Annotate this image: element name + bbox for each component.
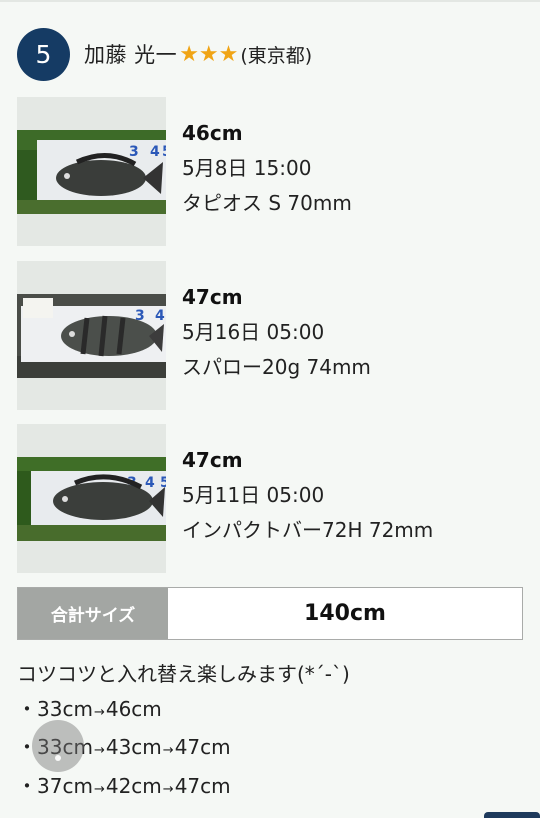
- size-value: 37cm: [37, 773, 93, 798]
- svg-text:4: 4: [155, 308, 165, 324]
- catch-photo-frame: 345: [17, 424, 166, 573]
- angler-region: (東京都): [240, 44, 313, 67]
- catch-photo[interactable]: 345: [17, 130, 166, 214]
- total-size-value: 140cm: [304, 601, 386, 626]
- total-size-label: 合計サイズ: [18, 588, 168, 639]
- svg-text:5: 5: [162, 144, 166, 160]
- catch-size: 47cm: [182, 448, 243, 472]
- size-value: 47cm: [174, 735, 231, 759]
- catch-lure: タピオス S 70mm: [182, 191, 352, 215]
- arrow-icon: →: [93, 781, 105, 797]
- catch-date: 5月8日 15:00: [182, 156, 312, 180]
- catch-lure: インパクトバー72H 72mm: [182, 518, 434, 542]
- catch-photo-frame: 34: [17, 261, 166, 410]
- size-progression: ・33cm→46cm: [17, 692, 517, 731]
- angler-name[interactable]: 加藤 光一: [84, 39, 177, 69]
- catch-date: 5月11日 05:00: [182, 483, 325, 507]
- catch-item[interactable]: 345 47cm 5月11日 05:00 インパクトバー72H 72mm: [17, 424, 523, 573]
- size-value: 42cm: [105, 773, 162, 798]
- catch-photo-frame: 345: [17, 97, 166, 246]
- catch-size: 46cm: [182, 121, 243, 145]
- comment-intro: コツコツと入れ替え楽しみます(*´-`): [17, 662, 350, 686]
- size-value: 47cm: [174, 773, 231, 798]
- catch-date: 5月16日 05:00: [182, 320, 325, 344]
- svg-text:4: 4: [150, 144, 160, 160]
- bullet: ・: [17, 696, 37, 721]
- size-value: 46cm: [105, 696, 162, 721]
- top-divider: [0, 0, 540, 2]
- catch-lure: スパロー20g 74mm: [182, 355, 371, 379]
- size-value: 33cm: [37, 696, 93, 721]
- entry-header: 5 加藤 光一 ★★★ (東京都): [17, 27, 527, 81]
- rank-badge: 5: [17, 27, 70, 81]
- catch-photo[interactable]: 345: [17, 457, 166, 541]
- arrow-icon: →: [93, 704, 105, 720]
- total-size-box: 合計サイズ 140cm: [17, 587, 523, 640]
- rating-stars: ★★★: [179, 41, 239, 67]
- catch-item[interactable]: 345 46cm 5月8日 15:00 タピオス S 70mm: [17, 97, 523, 246]
- arrow-icon: →: [162, 743, 174, 758]
- svg-text:4: 4: [145, 475, 155, 491]
- arrow-icon: →: [93, 743, 105, 758]
- size-value: 43cm: [105, 735, 162, 759]
- arrow-icon: →: [162, 781, 174, 797]
- catch-size: 47cm: [182, 285, 243, 309]
- size-progression: ・33cm→43cm→47cm: [17, 730, 517, 769]
- bullet: ・: [17, 773, 37, 798]
- size-progression: ・37cm→42cm→47cm: [17, 769, 517, 808]
- scroll-to-top-tab[interactable]: [484, 812, 540, 818]
- catch-item[interactable]: 34 47cm 5月16日 05:00 スパロー20g 74mm: [17, 261, 523, 410]
- angler-comment: コツコツと入れ替え楽しみます(*´-`) ・33cm→46cm ・33cm→43…: [17, 657, 517, 807]
- svg-text:5: 5: [160, 475, 166, 491]
- catch-photo[interactable]: 34: [17, 294, 166, 378]
- svg-text:3: 3: [129, 144, 139, 160]
- touch-indicator: [32, 720, 84, 772]
